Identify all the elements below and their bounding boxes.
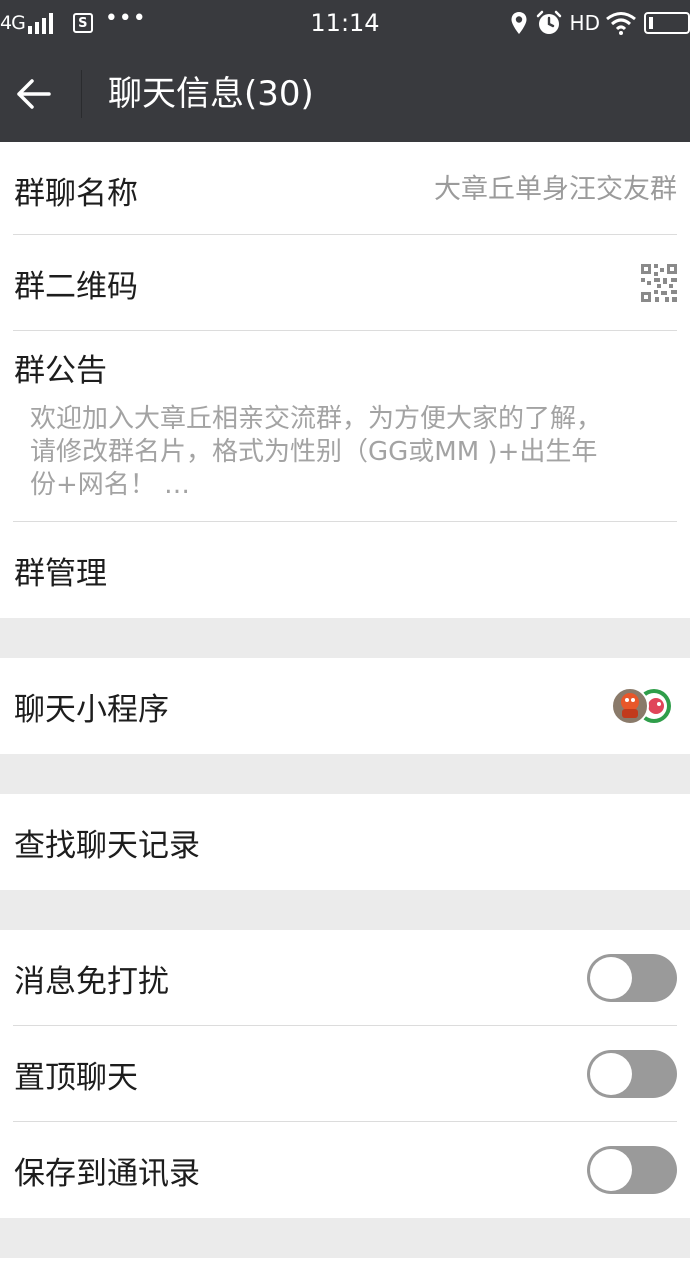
group-announcement-row[interactable]: 群公告 欢迎加入大章丘相亲交流群，为方便大家的了解， 请修改群名片，格式为性别（… bbox=[0, 331, 690, 521]
next-section bbox=[0, 1258, 690, 1276]
chat-settings-section: 消息免打扰 置顶聊天 保存到通讯录 bbox=[0, 930, 690, 1218]
toggle-knob bbox=[590, 1053, 632, 1095]
back-button[interactable] bbox=[14, 74, 54, 114]
group-info-section: 群聊名称 大章丘单身汪交友群 群二维码 群公告 欢迎加入大章丘相亲交流群，为方便… bbox=[0, 142, 690, 618]
toggle-knob bbox=[590, 1149, 632, 1191]
chat-mini-programs-row[interactable]: 聊天小程序 bbox=[0, 658, 690, 754]
group-name-value: 大章丘单身汪交友群 bbox=[434, 174, 677, 205]
top-bar: 聊天信息(30) bbox=[0, 46, 690, 142]
hd-indicator: HD bbox=[569, 11, 600, 35]
group-manage-label: 群管理 bbox=[14, 555, 107, 592]
pin-chat-toggle[interactable] bbox=[587, 1050, 677, 1098]
group-qr-row[interactable]: 群二维码 bbox=[0, 235, 690, 331]
mini-programs-section: 聊天小程序 bbox=[0, 658, 690, 754]
save-to-contacts-toggle[interactable] bbox=[587, 1146, 677, 1194]
announcement-line: 份+网名！ … bbox=[30, 470, 191, 500]
announcement-line: 请修改群名片，格式为性别（GG或MM )+出生年 bbox=[30, 437, 598, 467]
mini-program-avatars-icon bbox=[611, 687, 671, 725]
group-qr-label: 群二维码 bbox=[14, 268, 138, 305]
header-divider bbox=[81, 70, 82, 118]
alarm-icon bbox=[536, 10, 561, 34]
group-announcement-label: 群公告 bbox=[14, 353, 107, 389]
wifi-icon bbox=[606, 12, 636, 35]
location-icon bbox=[511, 12, 527, 34]
page-title: 聊天信息(30) bbox=[108, 74, 314, 114]
search-chat-history-row[interactable]: 查找聊天记录 bbox=[0, 794, 690, 890]
search-section: 查找聊天记录 bbox=[0, 794, 690, 890]
search-chat-history-label: 查找聊天记录 bbox=[14, 827, 200, 864]
announcement-line: 欢迎加入大章丘相亲交流群，为方便大家的了解， bbox=[30, 404, 603, 434]
status-bar: 4G S ••• 11:14 HD bbox=[0, 0, 690, 46]
chat-mini-programs-label: 聊天小程序 bbox=[14, 691, 169, 728]
group-manage-row[interactable]: 群管理 bbox=[0, 522, 690, 618]
pin-chat-label: 置顶聊天 bbox=[14, 1059, 138, 1096]
mute-notifications-label: 消息免打扰 bbox=[14, 963, 169, 1000]
save-to-contacts-label: 保存到通讯录 bbox=[14, 1155, 200, 1192]
mute-notifications-row: 消息免打扰 bbox=[0, 930, 690, 1026]
pin-chat-row: 置顶聊天 bbox=[0, 1026, 690, 1122]
toggle-knob bbox=[590, 957, 632, 999]
status-right: HD bbox=[510, 8, 690, 38]
save-to-contacts-row: 保存到通讯录 bbox=[0, 1122, 690, 1218]
mute-notifications-toggle[interactable] bbox=[587, 954, 677, 1002]
group-announcement-text: 欢迎加入大章丘相亲交流群，为方便大家的了解， 请修改群名片，格式为性别（GG或M… bbox=[30, 403, 650, 502]
group-name-row[interactable]: 群聊名称 大章丘单身汪交友群 bbox=[0, 142, 690, 238]
qr-code-icon bbox=[641, 264, 677, 302]
battery-icon bbox=[644, 12, 690, 34]
group-name-label: 群聊名称 bbox=[14, 175, 138, 212]
back-arrow-icon bbox=[17, 79, 51, 109]
